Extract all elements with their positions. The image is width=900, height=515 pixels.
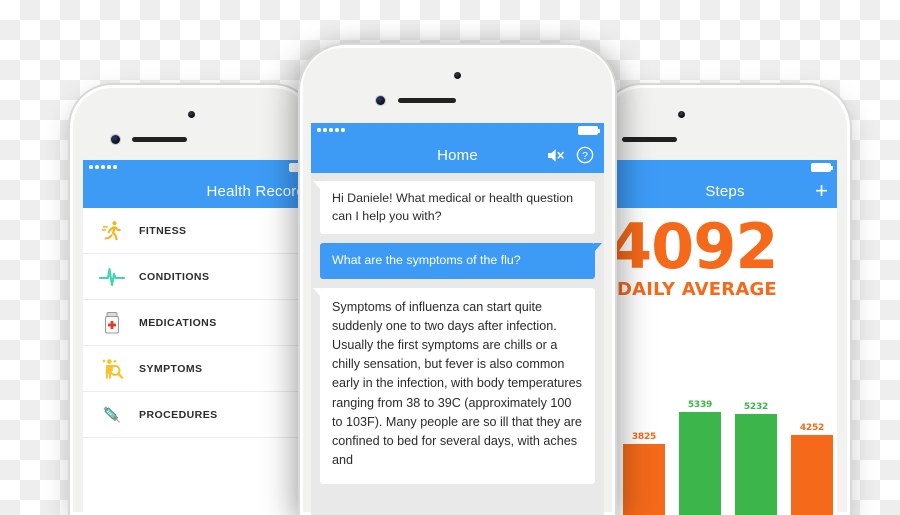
bar-group[interactable]: 5339 xyxy=(679,385,721,515)
chat-message-list: Hi Daniele! What medical or health quest… xyxy=(311,173,604,515)
health-record-list: FITNESS CONDITIONS MEDICATIONS SYMPTOMS … xyxy=(83,208,315,438)
add-steps-button[interactable]: + xyxy=(815,180,828,202)
battery-icon xyxy=(578,125,600,135)
status-bar-center xyxy=(311,123,604,137)
bar-group[interactable]: 4252 xyxy=(791,385,833,515)
navbar-actions: ? xyxy=(546,137,594,173)
navbar-home: Home ? xyxy=(311,137,604,173)
bar-group[interactable]: 3825 xyxy=(623,385,665,515)
bar xyxy=(735,414,777,515)
chat-bubble-bot: Hi Daniele! What medical or health quest… xyxy=(313,181,595,235)
earpiece-speaker-icon xyxy=(132,137,187,142)
bar xyxy=(679,412,721,515)
left-phone-screen: Health Record FITNESS CONDITIONS MEDICAT… xyxy=(83,160,315,515)
svg-text:?: ? xyxy=(582,150,588,162)
steps-content: 4092 DAILY AVERAGE 3825 5339 5232 4252 xyxy=(613,210,837,515)
phone-center-chat: Home ? Hi Daniele! What medical or healt… xyxy=(300,45,615,515)
chat-bubble-answer: Symptoms of influenza can start quite su… xyxy=(313,287,595,485)
phone-left-health-record: Health Record FITNESS CONDITIONS MEDICAT… xyxy=(70,85,315,515)
message-text: Hi Daniele! What medical or health quest… xyxy=(332,191,574,223)
list-item-label: CONDITIONS xyxy=(139,270,210,283)
right-phone-screen: Steps + 4092 DAILY AVERAGE 3825 5339 523… xyxy=(613,160,837,515)
person-magnifier-icon xyxy=(99,356,125,382)
daily-average-value: 4092 xyxy=(613,210,779,283)
navbar-health-record: Health Record xyxy=(83,174,315,208)
phone-right-steps: Steps + 4092 DAILY AVERAGE 3825 5339 523… xyxy=(600,85,850,515)
question-circle-icon[interactable]: ? xyxy=(576,146,594,164)
list-item-label: PROCEDURES xyxy=(139,408,218,421)
message-text: Symptoms of influenza can start quite su… xyxy=(332,299,582,467)
bar xyxy=(623,444,665,515)
chat-bubble-user: What are the symptoms of the flu? xyxy=(320,243,602,279)
bar-group[interactable]: 5232 xyxy=(735,385,777,515)
front-camera-icon xyxy=(454,72,461,79)
page-title: Steps xyxy=(705,182,745,200)
phones-stage: Health Record FITNESS CONDITIONS MEDICAT… xyxy=(0,0,900,515)
signal-dots-icon xyxy=(89,165,117,169)
bar-value-label: 5339 xyxy=(687,400,713,410)
bar-value-label: 5232 xyxy=(743,402,769,412)
bar xyxy=(791,435,833,515)
status-bar-left xyxy=(83,160,315,174)
daily-average-caption: DAILY AVERAGE xyxy=(617,278,777,300)
sensor-icon xyxy=(376,96,385,105)
list-item-medications[interactable]: MEDICATIONS xyxy=(83,300,315,346)
earpiece-speaker-icon xyxy=(622,137,677,142)
speaker-mute-icon[interactable] xyxy=(546,147,566,164)
list-item-label: SYMPTOMS xyxy=(139,362,203,375)
list-item-label: MEDICATIONS xyxy=(139,316,217,329)
heartbeat-line-icon xyxy=(99,264,125,290)
syringe-icon xyxy=(99,402,125,428)
bar-value-label: 4252 xyxy=(799,423,825,433)
navbar-steps: Steps + xyxy=(613,174,837,208)
earpiece-speaker-icon xyxy=(398,98,456,103)
sensor-icon xyxy=(111,135,120,144)
pill-bottle-icon xyxy=(99,310,125,336)
list-item-procedures[interactable]: PROCEDURES xyxy=(83,392,315,438)
page-title: Home xyxy=(437,146,478,164)
front-camera-icon xyxy=(188,111,195,118)
steps-bar-chart: 3825 5339 5232 4252 xyxy=(623,385,833,515)
page-title: Health Record xyxy=(206,182,305,200)
center-phone-screen: Home ? Hi Daniele! What medical or healt… xyxy=(311,123,604,515)
battery-icon xyxy=(811,162,833,172)
running-person-icon xyxy=(99,218,125,244)
list-item-symptoms[interactable]: SYMPTOMS xyxy=(83,346,315,392)
list-item-conditions[interactable]: CONDITIONS xyxy=(83,254,315,300)
front-camera-icon xyxy=(678,111,685,118)
message-text: What are the symptoms of the flu? xyxy=(332,253,521,268)
bar-value-label: 3825 xyxy=(631,432,657,442)
signal-dots-icon xyxy=(317,128,345,132)
list-item-fitness[interactable]: FITNESS xyxy=(83,208,315,254)
status-bar-right xyxy=(613,160,837,174)
list-item-label: FITNESS xyxy=(139,224,187,237)
